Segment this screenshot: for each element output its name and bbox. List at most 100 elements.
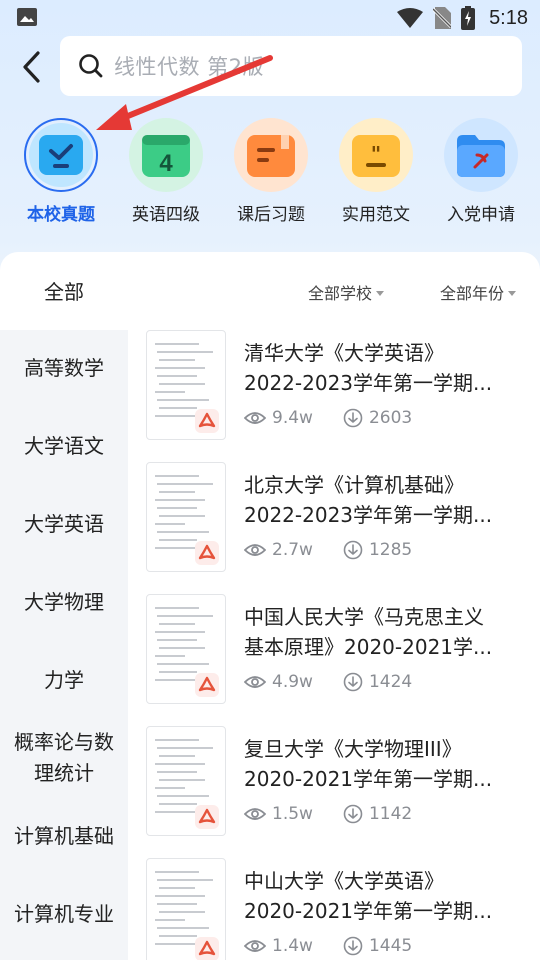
thumb-text-line [155, 679, 199, 681]
pdf-icon [198, 940, 216, 956]
gallery-icon [17, 8, 37, 26]
party-folder-icon [457, 135, 505, 177]
download-icon [343, 936, 363, 956]
category-icon-circle: " [339, 118, 413, 192]
exam-check-icon [39, 135, 83, 175]
thumb-text-line [155, 367, 205, 369]
category-label: 课后习题 [237, 205, 305, 225]
thumb-text-line [159, 779, 205, 781]
search-icon [79, 54, 103, 78]
pdf-icon [198, 808, 216, 824]
document-thumbnail[interactable] [146, 594, 226, 704]
category-icon-circle: 4 [129, 118, 203, 192]
downloads-value: 1445 [368, 936, 413, 956]
sidebar-item[interactable]: 大学物理 [0, 587, 128, 618]
filter-all-tab[interactable]: 全部 [0, 276, 128, 305]
thumb-text-line [157, 399, 209, 401]
thumb-text-line [159, 491, 195, 493]
downloads-value: 1142 [368, 804, 413, 824]
pdf-badge [195, 409, 219, 433]
essay-quote-icon: " [352, 135, 400, 177]
thumb-text-line [155, 631, 205, 633]
document-row[interactable]: 清华大学《大学英语》 2022-2023学年第一学期... 9.4w 2603 [128, 330, 540, 462]
thumb-text-line [157, 927, 209, 929]
pdf-icon [198, 676, 216, 692]
views-eye-icon [244, 940, 266, 952]
school-filter-dropdown[interactable]: 全部学校 [308, 280, 385, 304]
thumb-text-line [157, 795, 209, 797]
battery-icon [461, 6, 476, 30]
no-sim-icon [433, 7, 452, 29]
sidebar-item[interactable]: 概率论与数理统计 [0, 727, 128, 789]
thumb-text-line [159, 887, 195, 889]
content-panel: 全部 全部学校 全部年份 高等数学 大学语文 大学英语 大学物理 力学 概率论与… [0, 252, 540, 960]
category-exam-papers[interactable]: 本校真题 [18, 118, 104, 225]
document-meta: 4.9w 1424 [244, 672, 442, 692]
downloads-count: 1424 [343, 672, 412, 692]
document-title[interactable]: 中国人民大学《马克思主义 基本原理》2020-2021学... [244, 602, 529, 662]
document-title[interactable]: 清华大学《大学英语》 2022-2023学年第一学期... [244, 338, 529, 398]
views-eye-icon [244, 412, 266, 424]
category-label: 英语四级 [132, 205, 200, 225]
document-title[interactable]: 中山大学《大学英语》 2020-2021学年第一学期... [244, 866, 529, 926]
document-title-line1: 复旦大学《大学物理III》 [244, 737, 462, 761]
back-button[interactable] [18, 50, 48, 84]
thumb-text-line [157, 639, 197, 641]
thumb-text-line [159, 803, 197, 805]
document-row[interactable]: 中国人民大学《马克思主义 基本原理》2020-2021学... 4.9w 1424 [128, 594, 540, 726]
thumb-text-line [157, 879, 213, 881]
sidebar-item[interactable]: 计算机专业 [0, 899, 128, 930]
pdf-icon [198, 412, 216, 428]
thumb-text-line [155, 871, 199, 873]
thumb-text-line [155, 343, 199, 345]
views-value: 4.9w [272, 672, 313, 692]
category-label: 入党申请 [447, 205, 515, 225]
thumb-text-line [159, 407, 197, 409]
thumb-text-line [155, 739, 199, 741]
document-row[interactable]: 中山大学《大学英语》 2020-2021学年第一学期... 1.4w 1445 [128, 858, 540, 960]
views-value: 9.4w [272, 408, 313, 428]
document-row[interactable]: 复旦大学《大学物理III》 2020-2021学年第一学期... 1.5w 1142 [128, 726, 540, 858]
category-cet4[interactable]: 4 英语四级 [123, 118, 209, 225]
document-title-line1: 中国人民大学《马克思主义 [244, 605, 484, 629]
views-eye-icon [244, 544, 266, 556]
year-filter-dropdown[interactable]: 全部年份 [440, 280, 517, 304]
document-meta: 1.4w 1445 [244, 936, 442, 956]
thumb-text-line [157, 615, 213, 617]
document-thumbnail[interactable] [146, 462, 226, 572]
thumb-text-line [155, 943, 199, 945]
document-title-line2: 基本原理》2020-2021学... [244, 635, 493, 659]
downloads-count: 2603 [343, 408, 412, 428]
thumb-text-line [157, 663, 209, 665]
sidebar-item[interactable]: 力学 [0, 665, 128, 696]
document-thumbnail[interactable] [146, 330, 226, 440]
document-thumbnail[interactable] [146, 726, 226, 836]
thumb-text-line [155, 475, 199, 477]
subject-sidebar: 高等数学 大学语文 大学英语 大学物理 力学 概率论与数理统计 计算机基础 计算… [0, 330, 128, 960]
school-filter-label: 全部学校 [308, 284, 373, 303]
sidebar-item[interactable]: 计算机基础 [0, 821, 128, 852]
category-label: 实用范文 [342, 205, 410, 225]
pdf-badge [195, 805, 219, 829]
document-title[interactable]: 北京大学《计算机基础》 2022-2023学年第一学期... [244, 470, 529, 530]
svg-text:": " [371, 142, 381, 166]
search-input[interactable]: 线性代数 第2版 [60, 36, 522, 96]
thumb-text-line [155, 547, 199, 549]
category-party-application[interactable]: 入党申请 [438, 118, 524, 225]
cet4-book-icon: 4 [142, 135, 190, 177]
sidebar-item[interactable]: 高等数学 [0, 353, 128, 384]
category-homework[interactable]: 课后习题 [228, 118, 314, 225]
document-title[interactable]: 复旦大学《大学物理III》 2020-2021学年第一学期... [244, 734, 529, 794]
thumb-text-line [157, 483, 213, 485]
pdf-badge [195, 541, 219, 565]
category-essays[interactable]: " 实用范文 [333, 118, 419, 225]
status-bar: 5:18 [0, 0, 540, 36]
pdf-badge [195, 937, 219, 960]
document-title-line2: 2020-2021学年第一学期... [244, 767, 493, 791]
sidebar-item[interactable]: 大学英语 [0, 509, 128, 540]
document-row[interactable]: 北京大学《计算机基础》 2022-2023学年第一学期... 2.7w 1285 [128, 462, 540, 594]
document-thumbnail[interactable] [146, 858, 226, 960]
thumb-text-line [157, 903, 197, 905]
status-time: 5:18 [489, 6, 528, 29]
sidebar-item[interactable]: 大学语文 [0, 431, 128, 462]
